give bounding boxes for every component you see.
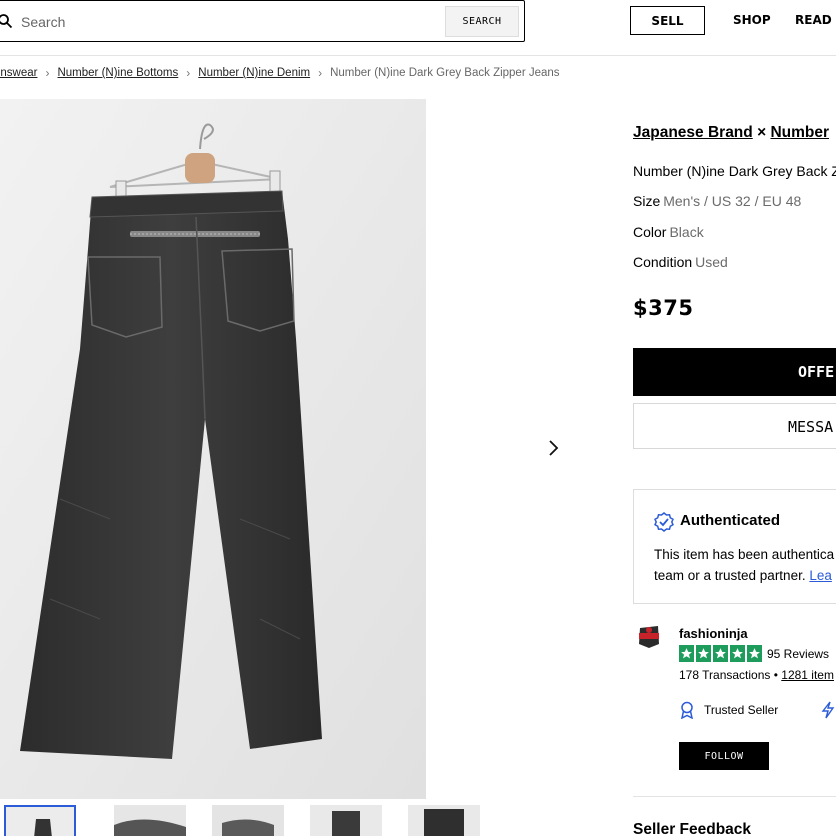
site-header: SEARCH SELL SHOP READ bbox=[0, 0, 836, 56]
seller-name[interactable]: fashioninja bbox=[679, 626, 748, 641]
chevron-right-icon: › bbox=[186, 66, 191, 80]
thumbnail-2[interactable] bbox=[114, 805, 186, 836]
breadcrumb-current: Number (N)ine Dark Grey Back Zipper Jean… bbox=[330, 67, 560, 79]
size-value: Men's / US 32 / EU 48 bbox=[663, 193, 802, 209]
designer-names: Japanese Brand × Number bbox=[633, 124, 829, 142]
follow-button[interactable]: FOLLOW bbox=[679, 742, 769, 770]
lightning-icon bbox=[821, 701, 835, 719]
thumbnail-5[interactable] bbox=[408, 805, 480, 836]
seller-rating bbox=[679, 645, 762, 662]
next-image-arrow-icon[interactable] bbox=[545, 438, 563, 458]
seller-reviews-count[interactable]: 95 Reviews bbox=[767, 647, 829, 661]
offer-button[interactable]: OFFE bbox=[633, 348, 836, 396]
breadcrumb-menswear[interactable]: enswear bbox=[0, 67, 37, 79]
nav-read[interactable]: READ bbox=[795, 13, 832, 27]
color-label: Color bbox=[633, 224, 667, 240]
price: $375 bbox=[633, 296, 694, 320]
seller-stats: 178 Transactions • 1281 item bbox=[679, 668, 834, 682]
size-label: Size bbox=[633, 193, 661, 209]
search-input[interactable] bbox=[21, 12, 421, 32]
designer-link-number-nine[interactable]: Number bbox=[770, 124, 829, 141]
authenticated-card: Authenticated This item has been authent… bbox=[633, 489, 836, 604]
search-bar: SEARCH bbox=[0, 0, 525, 42]
thumbnail-1[interactable] bbox=[4, 805, 76, 836]
product-image[interactable] bbox=[0, 99, 426, 799]
breadcrumb: enswear › Number (N)ine Bottoms › Number… bbox=[0, 64, 560, 82]
star-icon bbox=[730, 645, 745, 662]
divider bbox=[633, 796, 836, 797]
seller-transactions: 178 Transactions bbox=[679, 668, 771, 682]
message-button[interactable]: MESSA bbox=[633, 403, 836, 449]
trusted-seller-label: Trusted Seller bbox=[704, 703, 779, 717]
chevron-right-icon: › bbox=[318, 66, 323, 80]
star-icon bbox=[679, 645, 694, 662]
search-button[interactable]: SEARCH bbox=[445, 6, 519, 37]
color-row: Color Black bbox=[633, 224, 704, 240]
designer-separator: × bbox=[757, 124, 767, 141]
condition-label: Condition bbox=[633, 254, 693, 270]
authenticated-title: Authenticated bbox=[680, 512, 781, 529]
product-title: Number (N)ine Dark Grey Back Z bbox=[633, 163, 836, 179]
verified-badge-icon bbox=[654, 512, 674, 532]
search-icon[interactable] bbox=[0, 13, 13, 29]
jeans-photo bbox=[0, 99, 426, 799]
learn-more-link[interactable]: Lea bbox=[809, 568, 832, 583]
bullet-separator: • bbox=[773, 668, 778, 682]
star-icon bbox=[696, 645, 711, 662]
nav-shop[interactable]: SHOP bbox=[733, 13, 771, 27]
thumbnail-3[interactable] bbox=[212, 805, 284, 836]
color-value: Black bbox=[669, 224, 704, 240]
authenticated-text-line1: This item has been authentica bbox=[654, 547, 835, 562]
sell-button[interactable]: SELL bbox=[630, 6, 705, 35]
star-icon bbox=[713, 645, 728, 662]
condition-row: Condition Used bbox=[633, 254, 728, 270]
authenticated-text-line2: team or a trusted partner. bbox=[654, 568, 806, 583]
star-icon bbox=[747, 645, 762, 662]
condition-value: Used bbox=[695, 254, 728, 270]
breadcrumb-denim[interactable]: Number (N)ine Denim bbox=[198, 67, 310, 79]
size-row: Size Men's / US 32 / EU 48 bbox=[633, 193, 801, 209]
seller-avatar[interactable] bbox=[636, 622, 662, 650]
chevron-right-icon: › bbox=[45, 66, 50, 80]
designer-link-japanese-brand[interactable]: Japanese Brand bbox=[633, 124, 753, 141]
seller-items-link[interactable]: 1281 item bbox=[781, 668, 834, 682]
thumbnail-4[interactable] bbox=[310, 805, 382, 836]
seller-feedback-heading: Seller Feedback bbox=[633, 821, 752, 836]
breadcrumb-bottoms[interactable]: Number (N)ine Bottoms bbox=[57, 67, 178, 79]
authenticated-description: This item has been authentica team or a … bbox=[654, 544, 836, 586]
ribbon-icon bbox=[681, 701, 693, 719]
